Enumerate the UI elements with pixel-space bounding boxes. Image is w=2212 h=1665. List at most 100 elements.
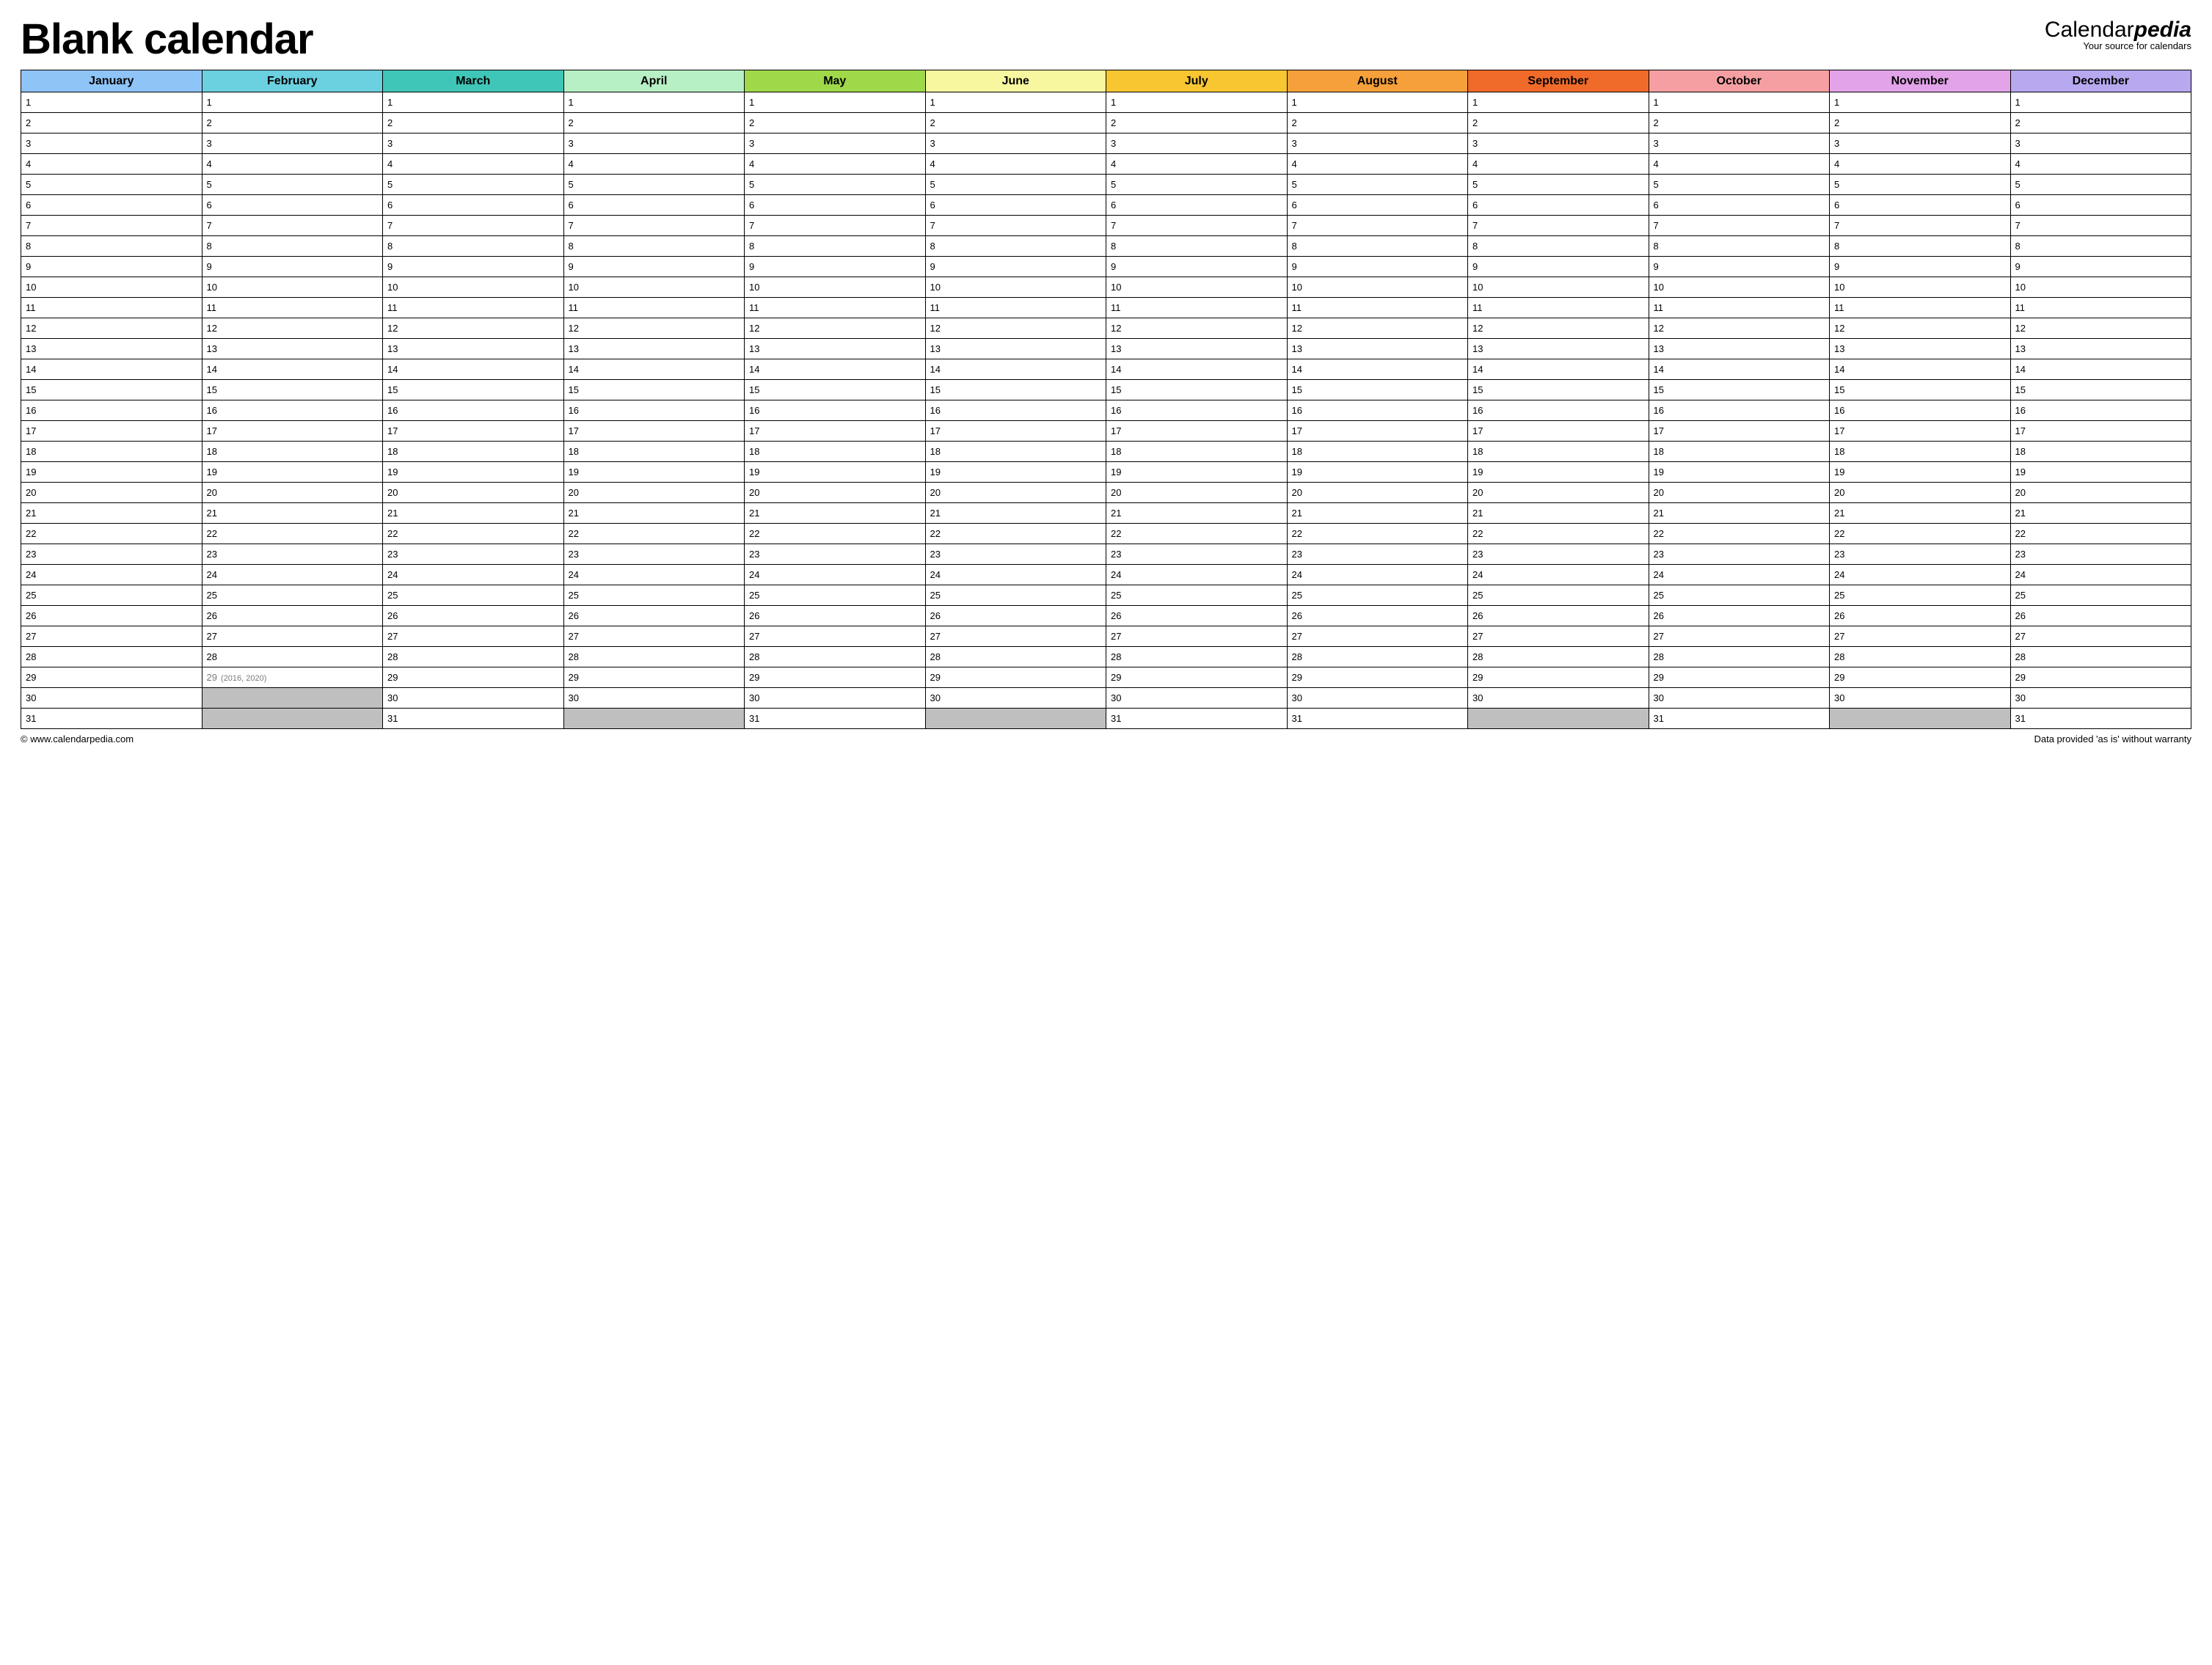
day-row-16: 161616161616161616161616 <box>21 400 2191 421</box>
day-cell: 14 <box>1287 359 1468 380</box>
day-cell: 14 <box>383 359 564 380</box>
day-cell: 17 <box>1830 421 2011 442</box>
day-cell: 23 <box>1468 544 1649 565</box>
day-cell: 13 <box>202 339 383 359</box>
day-cell: 28 <box>2010 647 2191 667</box>
day-row-19: 191919191919191919191919 <box>21 462 2191 483</box>
day-cell: 20 <box>383 483 564 503</box>
day-cell: 1 <box>563 92 745 113</box>
day-cell: 26 <box>1106 606 1288 626</box>
day-cell: 13 <box>745 339 926 359</box>
month-header-july: July <box>1106 70 1288 92</box>
day-cell: 5 <box>1830 175 2011 195</box>
day-cell: 29 <box>1106 667 1288 688</box>
day-cell: 12 <box>1106 318 1288 339</box>
day-cell: 15 <box>1106 380 1288 400</box>
day-cell: 22 <box>21 524 202 544</box>
day-cell: 27 <box>563 626 745 647</box>
day-cell: 30 <box>1830 688 2011 709</box>
day-cell: 9 <box>383 257 564 277</box>
day-cell: 30 <box>1106 688 1288 709</box>
day-cell: 25 <box>925 585 1106 606</box>
day-cell: 12 <box>383 318 564 339</box>
day-cell: 21 <box>1468 503 1649 524</box>
day-cell: 28 <box>1106 647 1288 667</box>
day-row-10: 101010101010101010101010 <box>21 277 2191 298</box>
day-row-23: 232323232323232323232323 <box>21 544 2191 565</box>
day-cell: 23 <box>1649 544 1830 565</box>
day-cell: 20 <box>21 483 202 503</box>
day-cell: 18 <box>1287 442 1468 462</box>
month-header-november: November <box>1830 70 2011 92</box>
day-cell: 3 <box>745 133 926 154</box>
day-cell: 22 <box>1287 524 1468 544</box>
day-cell: 22 <box>1106 524 1288 544</box>
day-cell: 5 <box>383 175 564 195</box>
day-cell: 7 <box>745 216 926 236</box>
day-cell: 24 <box>563 565 745 585</box>
day-cell: 16 <box>202 400 383 421</box>
day-row-20: 202020202020202020202020 <box>21 483 2191 503</box>
day-cell: 15 <box>21 380 202 400</box>
day-cell: 25 <box>745 585 926 606</box>
day-cell: 17 <box>1649 421 1830 442</box>
day-cell: 24 <box>1649 565 1830 585</box>
day-cell: 9 <box>2010 257 2191 277</box>
day-cell: 29 <box>1649 667 1830 688</box>
day-cell: 15 <box>925 380 1106 400</box>
day-cell: 6 <box>2010 195 2191 216</box>
day-cell: 25 <box>202 585 383 606</box>
day-cell: 19 <box>202 462 383 483</box>
day-cell: 9 <box>745 257 926 277</box>
day-cell: 4 <box>1287 154 1468 175</box>
day-cell: 8 <box>925 236 1106 257</box>
day-cell: 20 <box>745 483 926 503</box>
day-cell: 14 <box>1106 359 1288 380</box>
day-cell: 30 <box>925 688 1106 709</box>
day-cell: 28 <box>1468 647 1649 667</box>
day-cell: 28 <box>383 647 564 667</box>
day-row-24: 242424242424242424242424 <box>21 565 2191 585</box>
day-cell: 26 <box>1468 606 1649 626</box>
day-cell: 19 <box>21 462 202 483</box>
day-cell: 17 <box>563 421 745 442</box>
day-cell <box>563 709 745 729</box>
day-cell: 18 <box>21 442 202 462</box>
day-cell: 23 <box>1287 544 1468 565</box>
day-cell: 31 <box>745 709 926 729</box>
day-cell: 27 <box>383 626 564 647</box>
day-cell: 16 <box>1106 400 1288 421</box>
day-cell: 28 <box>21 647 202 667</box>
brand-suffix: pedia <box>2134 18 2191 42</box>
day-cell: 8 <box>563 236 745 257</box>
day-cell: 19 <box>563 462 745 483</box>
day-cell: 27 <box>1830 626 2011 647</box>
day-cell: 24 <box>1830 565 2011 585</box>
day-cell: 23 <box>1106 544 1288 565</box>
day-cell: 6 <box>925 195 1106 216</box>
day-cell: 4 <box>1649 154 1830 175</box>
day-cell: 26 <box>1287 606 1468 626</box>
day-cell: 17 <box>21 421 202 442</box>
leap-year-note: (2016, 2020) <box>219 674 266 683</box>
day-row-14: 141414141414141414141414 <box>21 359 2191 380</box>
day-cell: 14 <box>745 359 926 380</box>
day-cell: 11 <box>202 298 383 318</box>
document-header: Blank calendar Calendarpedia Your source… <box>21 15 2191 64</box>
day-cell: 2 <box>383 113 564 133</box>
month-header-september: September <box>1468 70 1649 92</box>
day-cell: 7 <box>1106 216 1288 236</box>
day-cell: 19 <box>925 462 1106 483</box>
day-cell: 1 <box>1468 92 1649 113</box>
day-cell: 10 <box>1830 277 2011 298</box>
month-header-february: February <box>202 70 383 92</box>
day-cell: 3 <box>1649 133 1830 154</box>
day-cell: 11 <box>925 298 1106 318</box>
day-cell: 16 <box>1830 400 2011 421</box>
day-cell: 23 <box>21 544 202 565</box>
day-cell: 7 <box>2010 216 2191 236</box>
day-cell: 3 <box>21 133 202 154</box>
day-cell: 20 <box>563 483 745 503</box>
day-cell: 4 <box>563 154 745 175</box>
day-cell: 4 <box>1468 154 1649 175</box>
